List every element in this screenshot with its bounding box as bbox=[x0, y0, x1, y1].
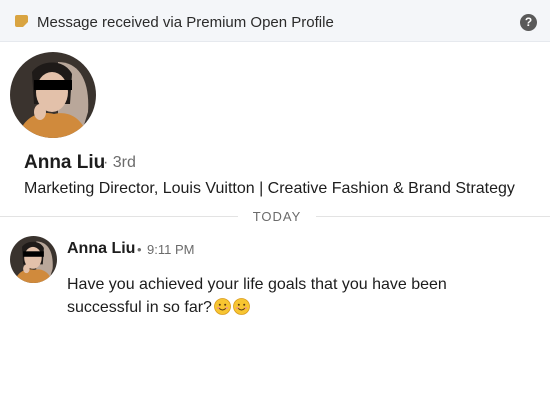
question-circle-icon[interactable]: ? bbox=[520, 14, 537, 31]
date-divider-line-left bbox=[0, 216, 238, 217]
message-timestamp: 9:11 PM bbox=[147, 242, 195, 257]
banner-text: Message received via Premium Open Profil… bbox=[37, 14, 334, 31]
profile-avatar[interactable] bbox=[10, 52, 96, 138]
date-divider-line-right bbox=[316, 216, 550, 217]
message-text: Have you achieved your life goals that y… bbox=[67, 276, 447, 316]
profile-name[interactable]: Anna Liu bbox=[24, 152, 105, 174]
profile-headline: Marketing Director, Louis Vuitton | Crea… bbox=[24, 180, 515, 197]
premium-banner: Message received via Premium Open Profil… bbox=[0, 0, 550, 42]
date-divider-label: TODAY bbox=[252, 209, 302, 224]
premium-square-icon bbox=[15, 15, 28, 27]
connection-degree: · 3rd bbox=[103, 154, 136, 171]
smiling-face-emoji-icon bbox=[214, 298, 231, 315]
message-body: Have you achieved your life goals that y… bbox=[67, 273, 507, 319]
sender-avatar[interactable] bbox=[10, 236, 57, 283]
message-sender-name[interactable]: Anna Liu bbox=[67, 240, 135, 258]
message-separator: • bbox=[137, 242, 142, 257]
smiling-face-emoji-icon bbox=[233, 298, 250, 315]
